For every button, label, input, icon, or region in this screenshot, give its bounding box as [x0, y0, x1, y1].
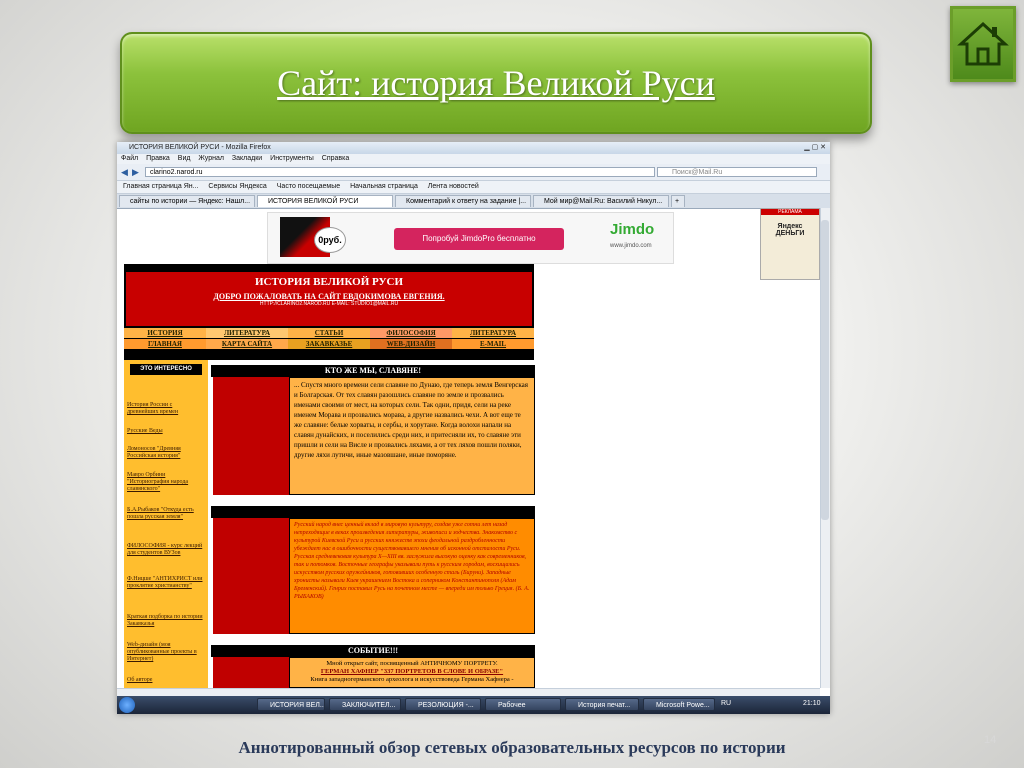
- new-tab-button[interactable]: +: [671, 195, 685, 207]
- side-ad-label: РЕКЛАМА: [761, 209, 819, 215]
- bookmark-item[interactable]: Сервисы Яндекса: [208, 183, 266, 190]
- block-text: Русский народ внес ценный вклад в мирову…: [289, 518, 535, 634]
- taskbar-item[interactable]: История печат...: [565, 698, 639, 711]
- sidebar-title: ЭТО ИНТЕРЕСНО: [130, 364, 202, 375]
- block-red-panel: [213, 518, 289, 634]
- search-input[interactable]: Поиск@Mail.Ru: [657, 167, 817, 177]
- ad-price: 0руб.: [314, 227, 346, 253]
- block-red-panel: [213, 657, 289, 688]
- window-title: ИСТОРИЯ ВЕЛИКОЙ РУСИ - Mozilla Firefox: [129, 144, 271, 151]
- taskbar-item[interactable]: РЕЗОЛЮЦИЯ -...: [405, 698, 481, 711]
- sidebar-link[interactable]: Об авторе: [127, 677, 203, 684]
- jimdo-url: www.jimdo.com: [610, 243, 652, 249]
- nav-articles[interactable]: СТАТЬИ: [288, 328, 370, 338]
- back-icon[interactable]: ◀: [121, 167, 128, 178]
- menu-tools[interactable]: Инструменты: [270, 155, 314, 162]
- slide-title: Сайт: история Великой Руси: [277, 63, 715, 103]
- site-contact: HTTP://CLARINO2.NAROD.RU E-MAIL: STUDIO1…: [259, 301, 399, 307]
- sidebar-link[interactable]: Ломоносов "Древняя Российская история": [127, 446, 203, 460]
- taskbar-item[interactable]: Microsoft Powe...: [643, 698, 715, 711]
- jimdo-try-button[interactable]: Попробуй JimdoPro бесплатно: [394, 228, 564, 250]
- jimdo-logo: Jimdo: [610, 221, 655, 238]
- slide-caption: Аннотированный обзор сетевых образовател…: [238, 738, 786, 757]
- taskbar-item[interactable]: Рабочее: [485, 698, 561, 711]
- yandex-money: Яндекс ДЕНЬГИ: [775, 223, 805, 237]
- menu-bookmarks[interactable]: Закладки: [232, 155, 262, 162]
- home-button[interactable]: [950, 6, 1016, 82]
- site-nav-row-1: ИСТОРИЯ ЛИТЕРАТУРА СТАТЬИ ФИЛОСОФИЯ ЛИТЕ…: [124, 328, 534, 338]
- sidebar-link[interactable]: Краткая подборка по истории Закавказья: [127, 614, 203, 628]
- clock: 21:10: [803, 700, 821, 707]
- window-title-bar: ИСТОРИЯ ВЕЛИКОЙ РУСИ - Mozilla Firefox ▁…: [117, 142, 830, 154]
- bookmark-item[interactable]: Часто посещаемые: [277, 183, 340, 190]
- bookmarks-bar: Главная страница Ян... Сервисы Яндекса Ч…: [117, 181, 830, 194]
- menu-edit[interactable]: Правка: [146, 155, 170, 162]
- event-line: Мной открыт сайт, посвященный АНТИЧНОМУ …: [326, 660, 498, 667]
- menu-file[interactable]: Файл: [121, 155, 138, 162]
- menu-bar: Файл Правка Вид Журнал Закладки Инструме…: [117, 154, 830, 164]
- nav-history[interactable]: ИСТОРИЯ: [124, 328, 206, 338]
- sidebar-link[interactable]: Web-дизайн (моя опубликованные проекты в…: [127, 642, 203, 663]
- nav-philosophy[interactable]: ФИЛОСОФИЯ: [370, 328, 452, 338]
- sidebar-link[interactable]: История России с древнейших времен: [127, 402, 203, 416]
- language-indicator[interactable]: RU: [721, 700, 731, 707]
- page-number: 14: [984, 734, 997, 746]
- taskbar: ИСТОРИЯ ВЕЛ... ЗАКЛЮЧИТЕЛ... РЕЗОЛЮЦИЯ -…: [117, 696, 830, 714]
- taskbar-item[interactable]: ИСТОРИЯ ВЕЛ...: [257, 698, 325, 711]
- nav-caucasus[interactable]: ЗАКАВКАЗЬЕ: [288, 339, 370, 349]
- sidebar-link[interactable]: Ф.Ницше "АНТИХРИСТ или проклятие христиа…: [127, 576, 203, 590]
- nav-sitemap[interactable]: КАРТА САЙТА: [206, 339, 288, 349]
- sidebar-link[interactable]: Мавро Орбини "Историография народа славя…: [127, 472, 203, 493]
- slide-title-bar: Сайт: история Великой Руси: [120, 32, 872, 134]
- event-line: Книга западногерманского археолога и иск…: [310, 676, 514, 683]
- site-title: ИСТОРИЯ ВЕЛИКОЙ РУСИ: [254, 276, 404, 288]
- menu-help[interactable]: Справка: [322, 155, 349, 162]
- menu-view[interactable]: Вид: [178, 155, 191, 162]
- tab-yandex-search[interactable]: сайты по истории — Яндекс: Нашл...: [119, 195, 255, 207]
- nav-literature-2[interactable]: ЛИТЕРАТУРА: [452, 328, 534, 338]
- site-subtitle[interactable]: ДОБРО ПОЖАЛОВАТЬ НА САЙТ ЕВДОКИМОВА ЕВГЕ…: [126, 292, 532, 301]
- tab-mail-ru[interactable]: Мой мир@Mail.Ru: Василий Никул...: [533, 195, 669, 207]
- event-link[interactable]: ГЕРМАН ХАФНЕР "337 ПОРТРЕТОВ В СЛОВЕ И О…: [294, 668, 530, 676]
- sidebar-link[interactable]: ФИЛОСОФИЯ - курс лекций для студентов ВУ…: [127, 543, 203, 557]
- tab-history-site[interactable]: ИСТОРИЯ ВЕЛИКОЙ РУСИ: [257, 195, 393, 207]
- sidebar-link[interactable]: Б.А.Рыбаков "Откуда есть пошла русская з…: [127, 507, 203, 521]
- nav-home[interactable]: ГЛАВНАЯ: [124, 339, 206, 349]
- block-heading: КТО ЖЕ МЫ, СЛАВЯНЕ!: [211, 365, 535, 377]
- scrollbar-thumb[interactable]: [821, 220, 829, 520]
- block-red-panel: [213, 377, 289, 495]
- tab-comment[interactable]: Комментарий к ответу на задание |...: [395, 195, 531, 207]
- taskbar-item[interactable]: ЗАКЛЮЧИТЕЛ...: [329, 698, 401, 711]
- sidebar-link[interactable]: Русские Веды: [127, 428, 203, 435]
- bookmark-item[interactable]: Начальная страница: [350, 183, 418, 190]
- side-ad[interactable]: РЕКЛАМА Яндекс ДЕНЬГИ: [760, 208, 820, 280]
- url-field[interactable]: clarino2.narod.ru: [145, 167, 655, 177]
- site-nav-row-2: ГЛАВНАЯ КАРТА САЙТА ЗАКАВКАЗЬЕ WEB-ДИЗАЙ…: [124, 339, 534, 349]
- browser-screenshot: ИСТОРИЯ ВЕЛИКОЙ РУСИ - Mozilla Firefox ▁…: [117, 142, 830, 714]
- nav-literature[interactable]: ЛИТЕРАТУРА: [206, 328, 288, 338]
- forward-icon[interactable]: ▶: [132, 167, 139, 178]
- nav-webdesign[interactable]: WEB-ДИЗАЙН: [370, 339, 452, 349]
- menu-history[interactable]: Журнал: [198, 155, 224, 162]
- nav-email[interactable]: E-MAIL: [452, 339, 534, 349]
- tab-bar: сайты по истории — Яндекс: Нашл... ИСТОР…: [117, 194, 830, 209]
- start-button[interactable]: [119, 697, 135, 713]
- window-controls[interactable]: ▁ ▢ ✕: [804, 142, 826, 154]
- block-heading: СОБЫТИЕ!!!: [211, 645, 535, 657]
- block-text: ... Спустя много времени сели славяне по…: [289, 377, 535, 495]
- block-heading: [211, 506, 535, 518]
- event-block: Мной открыт сайт, посвященный АНТИЧНОМУ …: [289, 657, 535, 688]
- home-icon: [957, 21, 1009, 66]
- bookmark-item[interactable]: Лента новостей: [428, 183, 479, 190]
- bookmark-item[interactable]: Главная страница Ян...: [123, 183, 198, 190]
